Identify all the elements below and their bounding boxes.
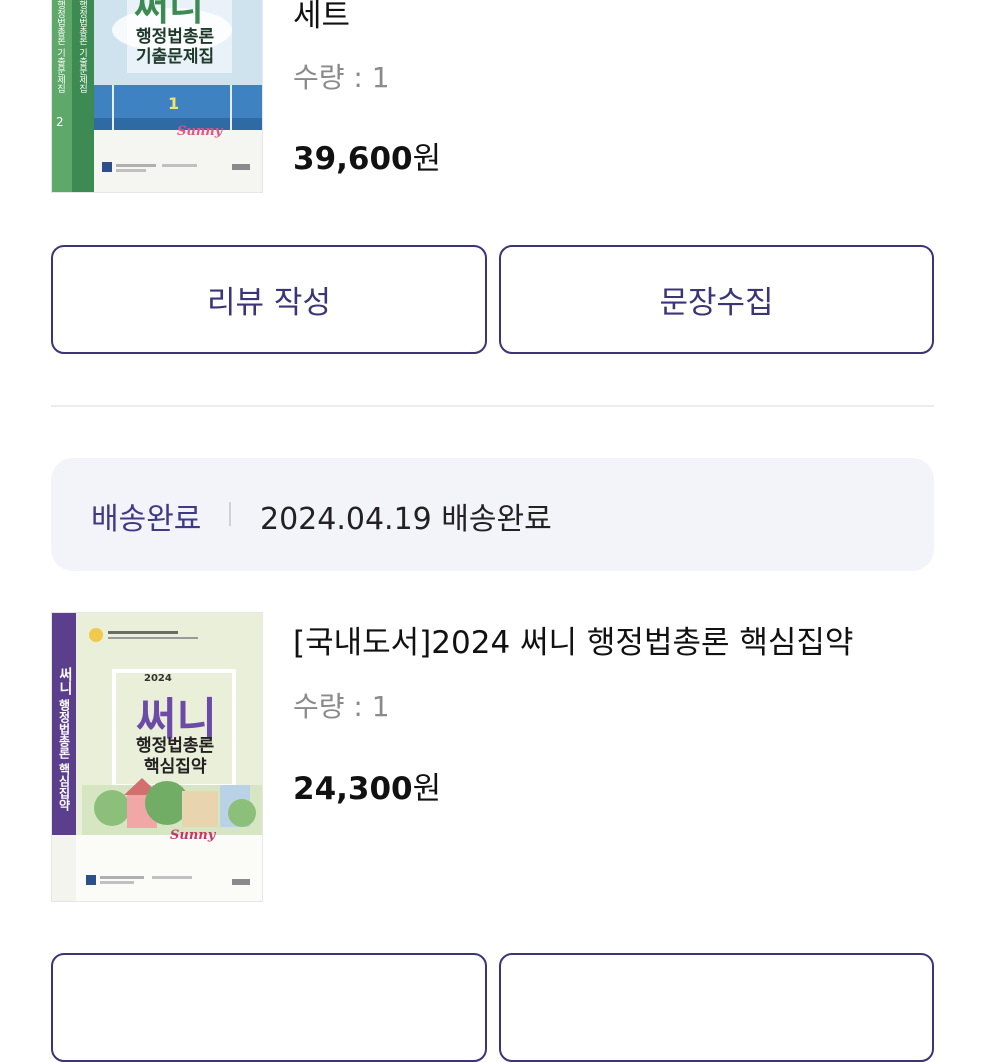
price-currency: 원	[412, 141, 442, 177]
product-quantity: 수량 : 1	[293, 690, 390, 723]
product-thumbnail[interactable]: 써니 행정법총론 기출문제집 1 Sunny 행정법총론 기출문제집 행정법총론…	[52, 0, 262, 192]
cover-spine-brand: 써니	[57, 667, 73, 695]
price-currency: 원	[412, 771, 442, 807]
cover-spine-text: 행정법총론 기출문제집	[77, 0, 87, 93]
cover-subtitle-text: 핵심집약	[144, 757, 207, 777]
cover-script-text: Sunny	[170, 828, 216, 843]
cover-volume-text: 1	[168, 94, 180, 113]
status-separator	[229, 502, 231, 526]
product-price: 24,300원	[293, 763, 441, 808]
collect-sentence-button[interactable]: 문장수집	[499, 245, 934, 354]
write-review-button[interactable]	[51, 953, 487, 1062]
price-value: 24,300	[293, 771, 413, 807]
product-price: 39,600원	[293, 133, 441, 178]
write-review-button[interactable]: 리뷰 작성	[51, 245, 487, 354]
cover-spine-text: 행정법총론 기출문제집	[55, 0, 65, 93]
product-title[interactable]: 세트	[293, 0, 350, 35]
price-value: 39,600	[293, 141, 413, 177]
product-quantity: 수량 : 1	[293, 61, 390, 94]
delivery-status-detail: 2024.04.19 배송완료	[260, 502, 552, 537]
cover-script-text: Sunny	[177, 124, 223, 139]
collect-sentence-button[interactable]	[499, 953, 934, 1062]
section-divider	[51, 405, 934, 407]
cover-volume-text: 2	[56, 115, 64, 129]
cover-spine-text: 행정법총론 핵심집약	[57, 699, 71, 812]
delivery-status-bar: 배송완료 2024.04.19 배송완료	[51, 458, 934, 571]
cover-subtitle-text: 기출문제집	[136, 47, 215, 67]
delivery-status-label: 배송완료	[91, 502, 202, 537]
product-thumbnail[interactable]: 2024 써니 행정법총론 핵심집약 Sunny 행정법총론 핵심집약 써니	[52, 613, 262, 901]
product-title[interactable]: [국내도서]2024 써니 행정법총론 핵심집약	[293, 617, 853, 662]
